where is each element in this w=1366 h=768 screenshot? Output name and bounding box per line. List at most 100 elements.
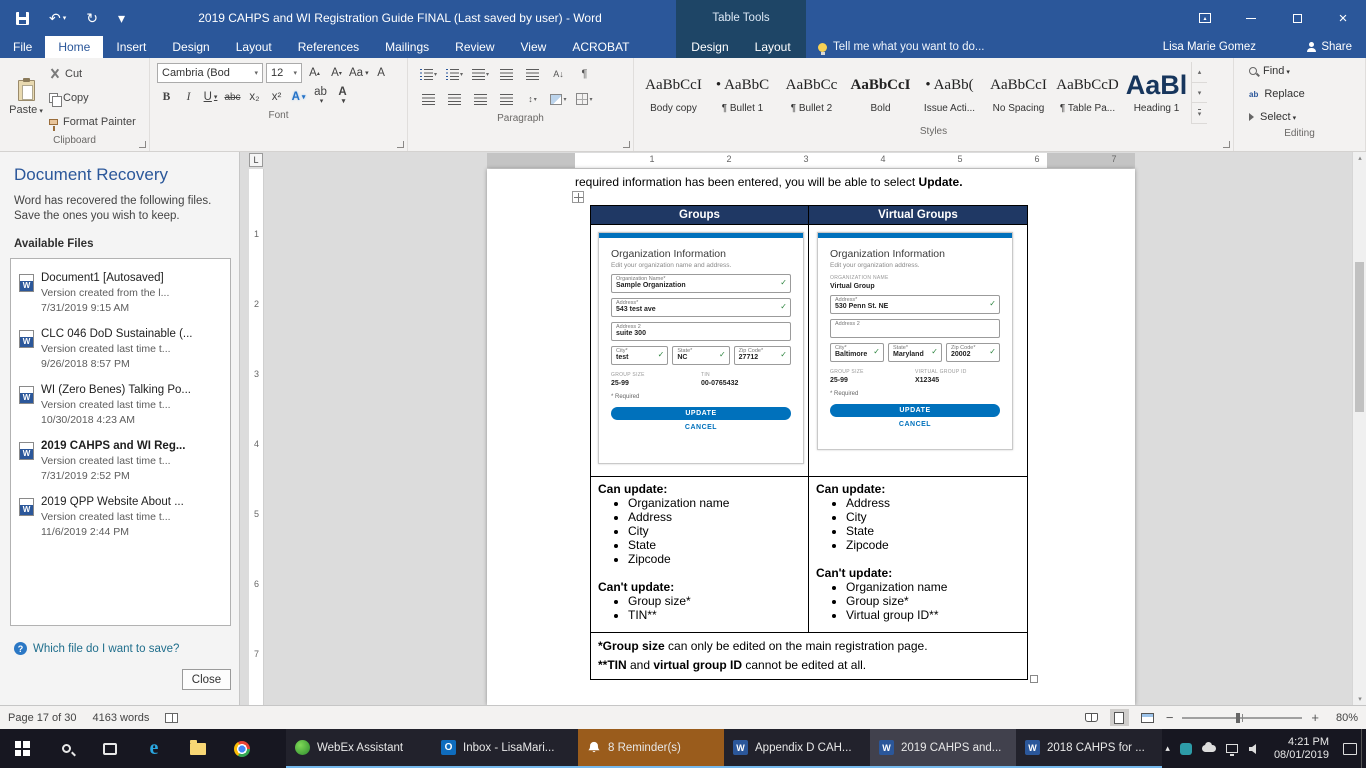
edge-button[interactable]: e — [132, 729, 176, 768]
minimize-icon[interactable] — [1228, 0, 1274, 36]
show-formatting-marks-button[interactable] — [573, 64, 596, 84]
horizontal-ruler[interactable]: 1 2 3 4 5 6 7 — [487, 153, 1135, 168]
line-spacing-button[interactable] — [521, 89, 544, 109]
zoom-out-button[interactable]: − — [1166, 710, 1174, 725]
tab-table-layout[interactable]: Layout — [742, 36, 804, 58]
page-indicator[interactable]: Page 17 of 30 — [8, 712, 77, 724]
share-button[interactable]: Share — [1306, 36, 1352, 58]
tab-design[interactable]: Design — [159, 36, 222, 58]
hidden-icons-chevron-icon[interactable]: ▴ — [1165, 743, 1170, 754]
subscript-button[interactable]: x₂ — [245, 87, 264, 107]
action-center-icon[interactable] — [1343, 743, 1357, 755]
tab-table-design[interactable]: Design — [678, 36, 741, 58]
superscript-button[interactable]: x² — [267, 87, 286, 107]
style-body-copy[interactable]: AaBbCcI Body copy — [639, 62, 708, 124]
word-count[interactable]: 4163 words — [93, 712, 150, 724]
style-bullet-1[interactable]: • AaBbC ¶ Bullet 1 — [708, 62, 777, 124]
text-effects-button[interactable]: A — [289, 87, 308, 107]
sort-button[interactable] — [547, 64, 570, 84]
clipboard-dialog-launcher-icon[interactable] — [139, 141, 146, 148]
recovered-file-item[interactable]: WI (Zero Benes) Talking Po... Version cr… — [15, 379, 226, 435]
change-case-button[interactable]: Aa — [349, 63, 369, 83]
ribbon-display-options-icon[interactable] — [1182, 0, 1228, 36]
close-icon[interactable]: × — [1320, 0, 1366, 36]
tab-file[interactable]: File — [0, 36, 45, 58]
chrome-button[interactable] — [220, 729, 264, 768]
style-bullet-2[interactable]: AaBbCc ¶ Bullet 2 — [777, 62, 846, 124]
font-color-button[interactable]: A — [333, 87, 352, 107]
tab-stop-selector[interactable]: L — [249, 153, 263, 167]
styles-more-icon[interactable] — [1192, 103, 1207, 124]
task-view-button[interactable] — [88, 729, 132, 768]
table-resize-handle[interactable] — [1030, 675, 1038, 683]
style-heading-1[interactable]: AaBl Heading 1 — [1122, 62, 1191, 124]
strikethrough-button[interactable]: abc — [223, 87, 242, 107]
styles-scroll-up-icon[interactable] — [1192, 62, 1207, 83]
styles-scroll-down-icon[interactable] — [1192, 83, 1207, 104]
font-size-select[interactable]: 12 — [266, 63, 302, 83]
volume-icon[interactable] — [1248, 743, 1260, 755]
style-no-spacing[interactable]: AaBbCcI No Spacing — [984, 62, 1053, 124]
format-painter-button[interactable]: Format Painter — [49, 112, 136, 132]
align-center-button[interactable] — [443, 89, 466, 109]
style-issue-action[interactable]: • AaBb( Issue Acti... — [915, 62, 984, 124]
multilevel-list-button[interactable] — [469, 64, 492, 84]
document-page[interactable]: required information has been entered, y… — [487, 169, 1135, 705]
taskbar-clock[interactable]: 4:21 PM 08/01/2019 — [1270, 736, 1333, 762]
style-table-paragraph[interactable]: AaBbCcD ¶ Table Pa... — [1053, 62, 1122, 124]
tab-layout[interactable]: Layout — [223, 36, 285, 58]
tab-view[interactable]: View — [508, 36, 560, 58]
taskbar-outlook[interactable]: O Inbox - LisaMari... — [432, 729, 578, 768]
taskbar-word-appendix[interactable]: W Appendix D CAH... — [724, 729, 870, 768]
clear-formatting-button[interactable]: A — [372, 63, 391, 83]
tab-review[interactable]: Review — [442, 36, 507, 58]
tab-home[interactable]: Home — [45, 36, 103, 58]
network-icon[interactable] — [1226, 744, 1238, 753]
signed-in-user[interactable]: Lisa Marie Gomez — [1163, 36, 1256, 58]
borders-button[interactable] — [573, 89, 596, 109]
font-name-select[interactable]: Cambria (Bod — [157, 63, 263, 83]
table-move-handle-icon[interactable] — [572, 191, 584, 203]
bullets-button[interactable] — [417, 64, 440, 84]
maximize-icon[interactable] — [1274, 0, 1320, 36]
save-icon[interactable] — [16, 12, 29, 25]
font-dialog-launcher-icon[interactable] — [397, 141, 404, 148]
paste-button[interactable]: Paste — [3, 61, 49, 134]
tell-me-box[interactable]: Tell me what you want to do... — [818, 36, 985, 58]
decrease-indent-button[interactable] — [495, 64, 518, 84]
zoom-in-button[interactable]: + — [1311, 710, 1319, 725]
align-right-button[interactable] — [469, 89, 492, 109]
virtual-groups-form-screenshot[interactable]: Organization Information Edit your organ… — [817, 232, 1013, 450]
recovered-file-item[interactable]: CLC 046 DoD Sustainable (... Version cre… — [15, 323, 226, 379]
tab-acrobat[interactable]: ACROBAT — [559, 36, 642, 58]
proofing-status-icon[interactable] — [165, 713, 178, 723]
align-left-button[interactable] — [417, 89, 440, 109]
zoom-slider[interactable] — [1182, 717, 1302, 719]
bold-button[interactable]: B — [157, 87, 176, 107]
which-file-help-link[interactable]: Which file do I want to save? — [0, 626, 239, 655]
onedrive-icon[interactable] — [1202, 745, 1216, 752]
recovered-file-item-selected[interactable]: 2019 CAHPS and WI Reg... Version created… — [15, 435, 226, 491]
undo-icon[interactable]: ↶ — [49, 10, 66, 27]
zoom-level[interactable]: 80% — [1328, 712, 1358, 724]
scrollbar-thumb[interactable] — [1355, 262, 1364, 412]
vertical-scrollbar[interactable] — [1352, 152, 1366, 705]
groups-form-screenshot[interactable]: Organization Information Edit your organ… — [598, 232, 804, 464]
web-layout-button[interactable] — [1138, 709, 1157, 726]
styles-dialog-launcher-icon[interactable] — [1223, 141, 1230, 148]
underline-button[interactable]: U — [201, 87, 220, 107]
replace-button[interactable]: Replace — [1249, 84, 1362, 104]
print-layout-button[interactable] — [1110, 709, 1129, 726]
increase-indent-button[interactable] — [521, 64, 544, 84]
grow-font-button[interactable]: A — [305, 63, 324, 83]
numbering-button[interactable] — [443, 64, 466, 84]
select-button[interactable]: Select — [1249, 107, 1362, 127]
start-button[interactable] — [0, 729, 44, 768]
taskbar-word-2019-cahps[interactable]: W 2019 CAHPS and... — [870, 729, 1016, 768]
style-bold[interactable]: AaBbCcI Bold — [846, 62, 915, 124]
read-mode-button[interactable] — [1082, 709, 1101, 726]
close-recovery-button[interactable]: Close — [182, 669, 231, 690]
tab-mailings[interactable]: Mailings — [372, 36, 442, 58]
taskbar-search-button[interactable] — [44, 729, 88, 768]
tray-app-icon[interactable] — [1180, 743, 1192, 755]
